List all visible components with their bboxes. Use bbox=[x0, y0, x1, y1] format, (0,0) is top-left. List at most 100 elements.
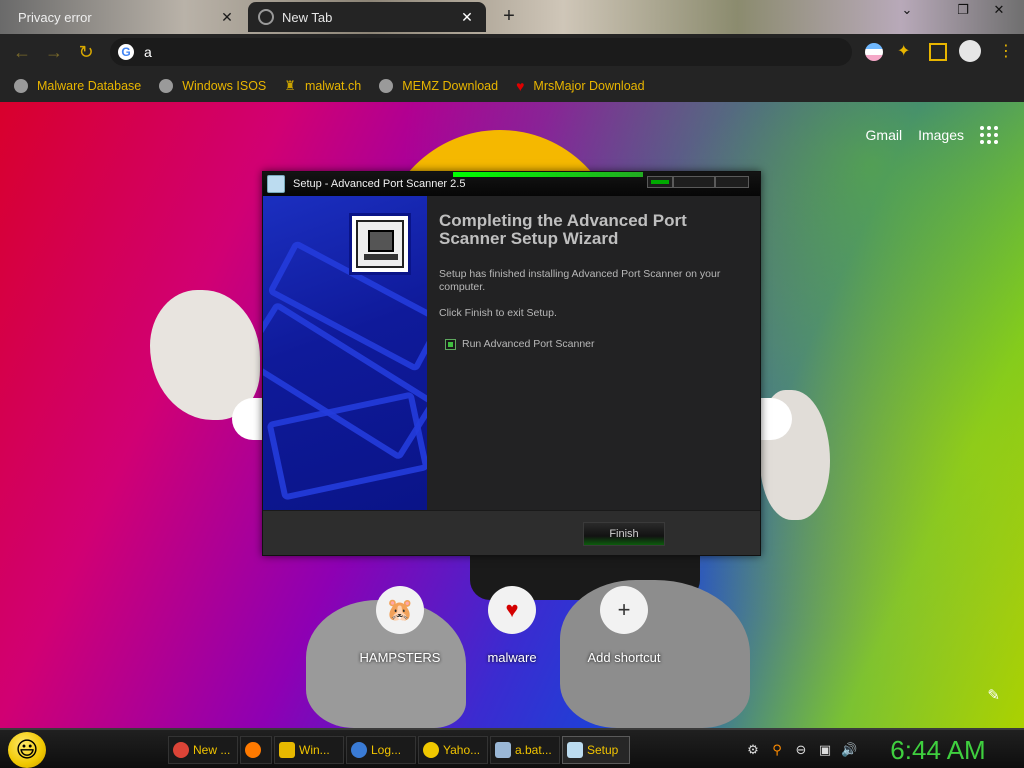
volume-icon[interactable]: 🔊 bbox=[841, 742, 857, 758]
tray-network-icon[interactable]: ⚙ bbox=[745, 742, 761, 758]
bookmark-label: MEMZ Download bbox=[402, 79, 499, 93]
setup-dialog: Setup - Advanced Port Scanner 2.5 Comple… bbox=[262, 171, 761, 556]
close-icon[interactable]: ✕ bbox=[218, 9, 236, 26]
google-links: Gmail Images bbox=[866, 126, 1024, 144]
back-icon[interactable]: ← bbox=[10, 40, 34, 64]
menu-icon[interactable]: ⋮ bbox=[997, 43, 1015, 61]
task-firefox[interactable] bbox=[240, 736, 272, 764]
bookmark-label: Windows ISOS bbox=[182, 79, 267, 93]
bookmark-malwatch[interactable]: ♜ malwat.ch bbox=[284, 78, 362, 94]
google-icon: G bbox=[118, 44, 134, 60]
tab-new-tab[interactable]: New Tab ✕ bbox=[248, 2, 486, 32]
bookmark-memz-download[interactable]: MEMZ Download bbox=[379, 79, 498, 93]
notepad-icon bbox=[495, 742, 511, 758]
side-panel-icon[interactable] bbox=[929, 43, 947, 61]
extensions-icon[interactable]: ✦ bbox=[897, 43, 915, 61]
bookmark-label: Malware Database bbox=[37, 79, 142, 93]
google-apps-icon[interactable] bbox=[980, 126, 998, 144]
heart-icon: ♥ bbox=[488, 586, 536, 634]
firefox-icon bbox=[245, 742, 261, 758]
dialog-maximize-button[interactable] bbox=[673, 176, 715, 188]
folder-icon bbox=[279, 742, 295, 758]
network-icon bbox=[351, 742, 367, 758]
wizard-heading: Completing the Advanced Port Scanner Set… bbox=[439, 211, 687, 248]
gmail-link[interactable]: Gmail bbox=[866, 127, 903, 143]
task-label: a.bat... bbox=[515, 743, 552, 757]
task-label: Setup bbox=[587, 743, 619, 757]
tab-label: New Tab bbox=[282, 9, 333, 25]
task-label: Win... bbox=[299, 743, 330, 757]
task-setup[interactable]: Setup bbox=[562, 736, 630, 764]
window-close-icon[interactable]: ✕ bbox=[986, 2, 1012, 20]
checkbox-label: Run Advanced Port Scanner bbox=[462, 338, 595, 350]
taskbar-clock[interactable]: 6:44 AM bbox=[878, 732, 998, 768]
task-label: Yaho... bbox=[443, 743, 481, 757]
images-link[interactable]: Images bbox=[918, 127, 964, 143]
finish-button[interactable]: Finish bbox=[583, 522, 665, 546]
forward-icon[interactable]: → bbox=[42, 40, 66, 64]
start-smiley-icon[interactable]: 😃 bbox=[8, 732, 46, 768]
omnibox[interactable]: G a bbox=[110, 38, 852, 66]
profile-flag-icon[interactable] bbox=[865, 43, 883, 61]
task-abat[interactable]: a.bat... bbox=[490, 736, 560, 764]
bookmark-label: MrsMajor Download bbox=[533, 79, 645, 93]
task-label: Log... bbox=[371, 743, 402, 757]
browser-toolbar: ← → ↻ G a ✦ ⋮ bbox=[0, 34, 1024, 70]
smiley-icon bbox=[423, 742, 439, 758]
restore-icon[interactable]: ❐ bbox=[950, 2, 976, 20]
dialog-close-button[interactable] bbox=[715, 176, 749, 188]
globe-icon bbox=[14, 79, 28, 93]
title-accent bbox=[453, 172, 643, 177]
browser-tab-strip: Privacy error ✕ New Tab ✕ + ⌄ ❐ ✕ bbox=[0, 0, 1024, 34]
new-tab-button[interactable]: + bbox=[498, 6, 520, 28]
globe-icon bbox=[379, 79, 394, 93]
task-log[interactable]: Log... bbox=[346, 736, 416, 764]
rat-icon: ♜ bbox=[284, 78, 296, 93]
checkbox-checked-icon[interactable] bbox=[445, 338, 456, 350]
setup-icon bbox=[267, 175, 285, 193]
wizard-exit-text: Click Finish to exit Setup. bbox=[439, 307, 557, 319]
tab-privacy-error[interactable]: Privacy error ✕ bbox=[8, 2, 246, 32]
shortcut-malware[interactable]: ♥ malware bbox=[462, 586, 562, 665]
wizard-body: Completing the Advanced Port Scanner Set… bbox=[427, 196, 760, 510]
task-yahoo[interactable]: Yaho... bbox=[418, 736, 488, 764]
bookmark-malware-database[interactable]: Malware Database bbox=[14, 79, 141, 93]
taskbar: 😃 New ... Win... Log... Yaho... a.bat...… bbox=[0, 728, 1024, 768]
globe-icon bbox=[159, 79, 174, 93]
omnibox-text: a bbox=[144, 44, 152, 60]
tray-minus-icon[interactable]: ⊖ bbox=[793, 742, 809, 758]
wizard-finished-text: Setup has finished installing Advanced P… bbox=[439, 268, 721, 293]
task-label: New ... bbox=[193, 743, 231, 757]
wizard-footer: Finish bbox=[263, 510, 760, 555]
shortcut-hampsters[interactable]: 🐹 HAMPSTERS bbox=[350, 586, 450, 665]
heart-icon: ♥ bbox=[516, 78, 525, 94]
hamster-icon: 🐹 bbox=[376, 586, 424, 634]
shortcut-name: Add shortcut bbox=[587, 650, 661, 665]
setup-icon bbox=[567, 742, 583, 758]
reload-icon[interactable]: ↻ bbox=[74, 40, 98, 64]
avatar[interactable] bbox=[959, 40, 981, 62]
shortcut-name: malware bbox=[487, 650, 537, 665]
bookmark-windows-isos[interactable]: Windows ISOS bbox=[159, 79, 266, 93]
task-chrome[interactable]: New ... bbox=[168, 736, 238, 764]
close-icon[interactable]: ✕ bbox=[458, 9, 476, 26]
tab-label: Privacy error bbox=[18, 9, 92, 25]
installer-computer-icon bbox=[349, 213, 411, 275]
dialog-minimize-button[interactable] bbox=[647, 176, 673, 188]
shortcut-add[interactable]: + Add shortcut bbox=[574, 586, 674, 665]
dialog-title: Setup - Advanced Port Scanner 2.5 bbox=[293, 178, 466, 190]
tray-monitor-icon[interactable]: ▣ bbox=[817, 742, 833, 758]
wizard-side-image bbox=[263, 196, 427, 510]
chrome-icon bbox=[173, 742, 189, 758]
bookmarks-bar: Malware Database Windows ISOS ♜ malwat.c… bbox=[0, 70, 1024, 102]
run-app-checkbox[interactable]: Run Advanced Port Scanner bbox=[445, 338, 595, 350]
tray-search-icon[interactable]: ⚲ bbox=[769, 742, 785, 758]
task-windows-folder[interactable]: Win... bbox=[274, 736, 344, 764]
minimize-icon[interactable]: ⌄ bbox=[894, 2, 920, 20]
shortcut-name: HAMPSTERS bbox=[359, 650, 441, 665]
dialog-title-bar[interactable]: Setup - Advanced Port Scanner 2.5 bbox=[263, 172, 760, 196]
customize-pencil-icon[interactable]: ✎ bbox=[987, 686, 1000, 704]
bookmark-label: malwat.ch bbox=[304, 79, 362, 93]
chrome-icon bbox=[258, 9, 274, 25]
bookmark-mrsmajor-download[interactable]: ♥ MrsMajor Download bbox=[516, 79, 644, 93]
